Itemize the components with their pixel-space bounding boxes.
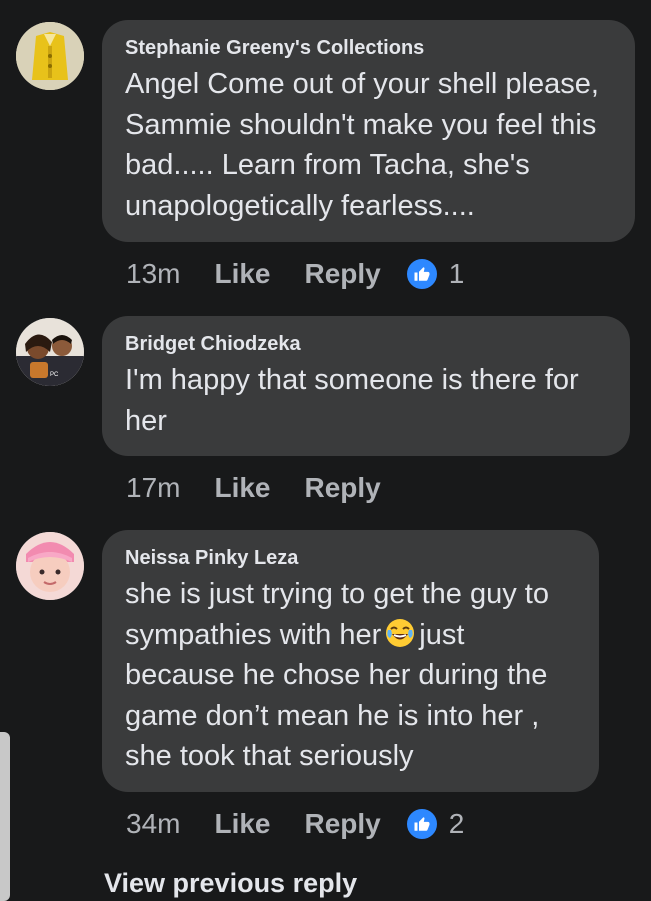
thumbs-up-icon xyxy=(404,807,439,841)
comment-bubble: Bridget Chiodzeka I'm happy that someone… xyxy=(102,316,630,456)
avatar-neissa[interactable] xyxy=(16,532,84,600)
svg-text:PC: PC xyxy=(50,372,59,378)
avatar-image xyxy=(16,532,84,600)
avatar-image xyxy=(16,22,84,90)
reaction-summary[interactable]: 2 xyxy=(404,807,465,841)
comment-time[interactable]: 13m xyxy=(126,258,180,290)
thumbs-up-icon xyxy=(404,257,439,291)
comment-author[interactable]: Stephanie Greeny's Collections xyxy=(125,36,613,60)
avatar-image: PC xyxy=(16,318,84,386)
comment-text: Angel Come out of your shell please, Sam… xyxy=(125,68,599,222)
like-button[interactable]: Like xyxy=(214,808,270,840)
comment-actions: 17m Like Reply xyxy=(126,470,415,506)
avatar-bridget[interactable]: PC xyxy=(16,318,84,386)
reaction-summary[interactable]: 1 xyxy=(404,257,465,291)
comment-bubble: Stephanie Greeny's Collections Angel Com… xyxy=(102,20,635,242)
reaction-count: 2 xyxy=(448,808,465,839)
comment-text: she is just trying to get the guy to sym… xyxy=(125,574,577,777)
comment-actions: 34m Like Reply 2 xyxy=(126,806,464,842)
reaction-count: 1 xyxy=(448,258,465,289)
like-button[interactable]: Like xyxy=(214,472,270,504)
thread-line xyxy=(0,732,10,901)
comment-time[interactable]: 34m xyxy=(126,808,180,840)
view-previous-reply-link[interactable]: View previous reply xyxy=(104,868,357,899)
comment-time[interactable]: 17m xyxy=(126,472,180,504)
comment-author[interactable]: Neissa Pinky Leza xyxy=(125,546,577,570)
reply-button[interactable]: Reply xyxy=(305,258,381,290)
reply-button[interactable]: Reply xyxy=(305,472,381,504)
comment-text-part: she is just trying to get the guy to sym… xyxy=(125,578,549,651)
comment-author[interactable]: Bridget Chiodzeka xyxy=(125,332,608,356)
like-button[interactable]: Like xyxy=(214,258,270,290)
comment-actions: 13m Like Reply 1 xyxy=(126,256,464,292)
reply-button[interactable]: Reply xyxy=(305,808,381,840)
avatar-stephanie[interactable] xyxy=(16,22,84,90)
face-with-tears-of-joy-icon xyxy=(385,618,415,648)
comment-text: I'm happy that someone is there for her xyxy=(125,364,579,437)
comment-bubble: Neissa Pinky Leza she is just trying to … xyxy=(102,530,599,792)
